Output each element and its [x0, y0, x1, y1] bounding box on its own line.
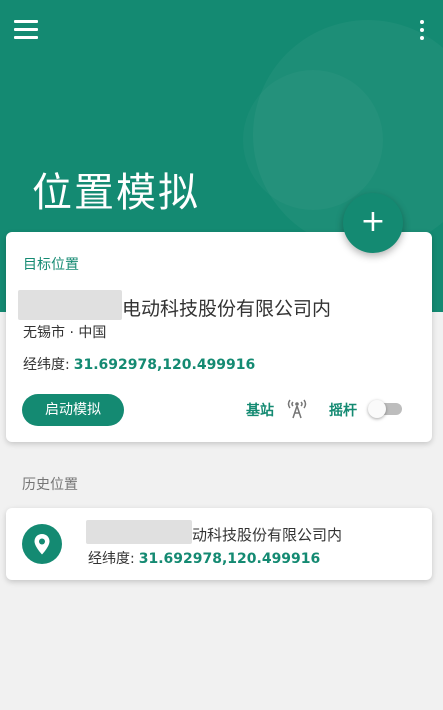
toggle-thumb	[368, 400, 386, 418]
coords-label: 经纬度:	[23, 357, 70, 373]
target-location-card: 目标位置 电动科技股份有限公司内 无锡市 · 中国 经纬度: 31.692978,…	[6, 232, 432, 442]
coords-value: 31.692978,120.499916	[138, 551, 321, 567]
coords-label: 经纬度:	[88, 551, 135, 567]
hamburger-menu-icon[interactable]	[14, 20, 38, 40]
joystick-toggle[interactable]	[368, 400, 402, 418]
history-place-name: 动科技股份有限公司内	[192, 526, 343, 544]
history-section-label: 历史位置	[22, 477, 78, 493]
header-decoration	[243, 70, 383, 210]
location-pin-icon	[22, 524, 62, 564]
target-place-name: 电动科技股份有限公司内	[122, 298, 332, 320]
page-title: 位置模拟	[32, 170, 200, 216]
target-coords: 经纬度: 31.692978,120.499916	[23, 354, 255, 374]
history-item[interactable]: 动科技股份有限公司内 经纬度: 31.692978,120.499916	[6, 508, 432, 580]
joystick-label: 摇杆	[329, 403, 357, 419]
cell-tower-icon[interactable]	[286, 396, 308, 420]
coords-value: 31.692978,120.499916	[73, 357, 256, 373]
base-station-label[interactable]: 基站	[246, 400, 274, 420]
target-section-label: 目标位置	[23, 257, 79, 273]
target-city: 无锡市 · 中国	[23, 325, 107, 341]
redacted-text	[18, 290, 122, 320]
add-location-button[interactable]: +	[343, 193, 403, 253]
history-coords: 经纬度: 31.692978,120.499916	[88, 548, 320, 568]
redacted-text	[86, 520, 192, 544]
start-simulation-button[interactable]: 启动模拟	[22, 394, 124, 426]
more-vert-icon[interactable]	[419, 20, 425, 42]
